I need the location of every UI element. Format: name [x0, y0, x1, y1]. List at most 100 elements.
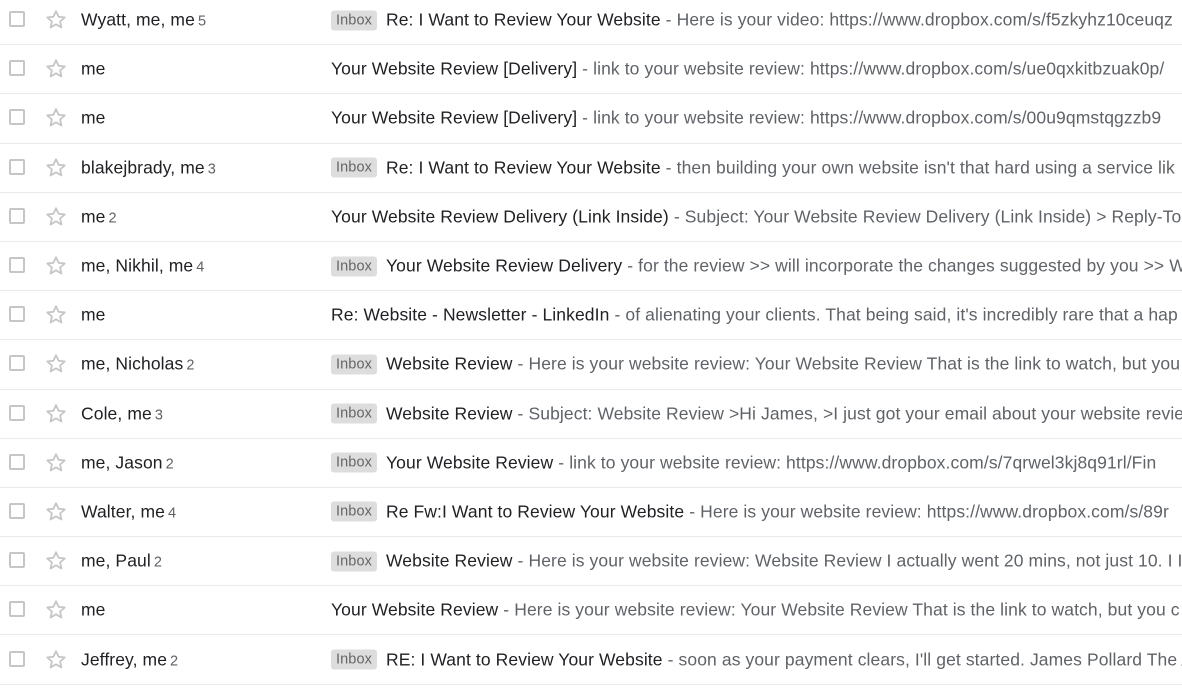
email-row[interactable]: me Re: Website - Newsletter - LinkedIn - of…	[0, 291, 1182, 341]
star-icon[interactable]	[44, 352, 68, 376]
inbox-label: Inbox	[331, 354, 377, 375]
sender-name: blakejbrady, me 3	[81, 157, 216, 178]
message-content: Inbox Website Review - Subject: Website Rev…	[331, 403, 1182, 424]
thread-count: 2	[170, 653, 179, 670]
sender-text: me, Nikhil, me	[81, 255, 194, 276]
email-row[interactable]: me, Nikhil, me 4 Inbox Your Website Review …	[0, 242, 1182, 292]
email-row[interactable]: me Your Website Review [Delivery] - link to…	[0, 94, 1182, 144]
snippet-text: soon as your payment clears, I'll get st…	[678, 649, 1182, 670]
star-icon[interactable]	[44, 549, 68, 573]
email-row[interactable]: me Your Website Review - Here is your websi…	[0, 586, 1182, 636]
email-row[interactable]: Cole, me 3 Inbox Website Review - Subject: We…	[0, 390, 1182, 439]
select-checkbox[interactable]	[9, 650, 25, 667]
sender-name: me, Nicholas 2	[81, 354, 195, 375]
email-row[interactable]: me 2 Your Website Review Delivery (Link In…	[0, 193, 1182, 242]
subject-text: Your Website Review Delivery	[385, 255, 623, 276]
subject-text: Website Review	[385, 353, 513, 374]
subject-text: Website Review	[385, 403, 513, 424]
subject-text: Website Review	[385, 550, 513, 571]
sender-text: Walter, me	[81, 501, 165, 522]
subject-separator: -	[582, 58, 589, 79]
snippet-text: Here is your website review: https://www…	[700, 501, 1169, 522]
email-row[interactable]: me, Paul 2 Inbox Website Review - Here is you…	[0, 537, 1182, 587]
subject-separator: -	[614, 304, 621, 325]
subject-separator: -	[517, 550, 524, 571]
select-checkbox[interactable]	[9, 207, 25, 224]
subject-separator: -	[558, 452, 565, 473]
email-row[interactable]: blakejbrady, me 3 Inbox Re: I Want to Revie…	[0, 144, 1182, 193]
email-list: Wyatt, me, me 5 Inbox Re: I Want to Review …	[0, 0, 1182, 685]
sender-text: blakejbrady, me	[81, 157, 205, 178]
star-icon[interactable]	[44, 156, 68, 180]
subject-text: Your Website Review Delivery (Link Insid…	[331, 206, 669, 227]
star-icon[interactable]	[44, 648, 68, 672]
inbox-label: Inbox	[331, 501, 377, 522]
sender-name: Cole, me 3	[81, 403, 163, 424]
select-checkbox[interactable]	[9, 404, 25, 421]
sender-text: me, Paul	[81, 550, 151, 571]
inbox-label: Inbox	[331, 403, 377, 424]
star-icon[interactable]	[44, 598, 68, 622]
snippet-text: Here is your website review: Your Websit…	[514, 599, 1180, 620]
sender-name: Jeffrey, me 2	[81, 649, 178, 670]
select-checkbox[interactable]	[9, 158, 25, 175]
sender-text: me, Jason	[81, 452, 163, 473]
star-icon[interactable]	[44, 106, 68, 130]
subject-separator: -	[503, 599, 510, 620]
subject-separator: -	[667, 649, 674, 670]
select-checkbox[interactable]	[9, 552, 25, 569]
email-row[interactable]: me, Nicholas 2 Inbox Website Review - Here is…	[0, 340, 1182, 390]
message-content: Inbox Re: I Want to Review Your Website - H…	[331, 10, 1173, 31]
sender-text: me	[81, 206, 106, 227]
select-checkbox[interactable]	[9, 257, 25, 274]
star-icon[interactable]	[44, 402, 68, 426]
select-checkbox[interactable]	[9, 502, 25, 519]
thread-count: 2	[153, 554, 163, 571]
inbox-label: Inbox	[331, 551, 377, 572]
snippet-text: Subject: Website Review >Hi James, >I ju…	[528, 403, 1182, 424]
sender-text: me, Nicholas	[81, 353, 184, 374]
email-row[interactable]: me Your Website Review [Delivery] - link to…	[0, 45, 1182, 95]
thread-count: 2	[165, 456, 174, 473]
select-checkbox[interactable]	[9, 355, 25, 372]
sender-text: Cole, me	[81, 403, 152, 424]
email-row[interactable]: Walter, me 4 Inbox Re Fw:I Want to Review Y…	[0, 488, 1182, 538]
email-row[interactable]: Jeffrey, me 2 Inbox RE: I Want to Review Yo…	[0, 635, 1182, 685]
message-content: Inbox Re: I Want to Review Your Website - t…	[331, 157, 1175, 178]
inbox-label: Inbox	[331, 157, 377, 178]
snippet-text: for the review >> will incorporate the c…	[638, 255, 1182, 276]
subject-separator: -	[582, 107, 589, 128]
select-checkbox[interactable]	[9, 306, 25, 323]
email-row[interactable]: Wyatt, me, me 5 Inbox Re: I Want to Review …	[0, 0, 1182, 46]
message-content: Re: Website - Newsletter - LinkedIn - of a…	[331, 305, 1178, 326]
sender-name: me, Paul 2	[81, 551, 162, 572]
select-checkbox[interactable]	[9, 453, 25, 470]
star-icon[interactable]	[44, 303, 68, 327]
select-checkbox[interactable]	[9, 109, 25, 126]
subject-text: RE: I Want to Review Your Website	[385, 649, 663, 670]
star-icon[interactable]	[44, 57, 68, 81]
subject-text: Re: Website - Newsletter - LinkedIn	[331, 304, 610, 325]
snippet-text: link to your website review: https://www…	[593, 58, 1165, 79]
subject-separator: -	[689, 501, 696, 522]
star-icon[interactable]	[44, 8, 68, 32]
star-icon[interactable]	[44, 500, 68, 524]
subject-text: Re: I Want to Review Your Website	[385, 9, 661, 30]
inbox-label: Inbox	[331, 10, 377, 31]
sender-name: me	[81, 59, 106, 80]
thread-count: 3	[154, 407, 163, 424]
star-icon[interactable]	[44, 254, 68, 278]
select-checkbox[interactable]	[9, 601, 25, 618]
subject-text: Re: I Want to Review Your Website	[385, 157, 661, 178]
subject-separator: -	[517, 403, 524, 424]
select-checkbox[interactable]	[9, 11, 25, 28]
select-checkbox[interactable]	[9, 60, 25, 77]
star-icon[interactable]	[44, 451, 68, 475]
message-content: Your Website Review [Delivery] - link to y…	[331, 59, 1164, 80]
star-icon[interactable]	[44, 205, 68, 229]
snippet-text: Here is your website review: Your Websit…	[528, 353, 1181, 374]
message-content: Inbox Re Fw:I Want to Review Your Website…	[331, 501, 1169, 522]
email-row[interactable]: me, Jason 2 Inbox Your Website Review - link …	[0, 439, 1182, 488]
sender-text: me	[81, 107, 106, 128]
thread-count: 2	[186, 357, 195, 374]
